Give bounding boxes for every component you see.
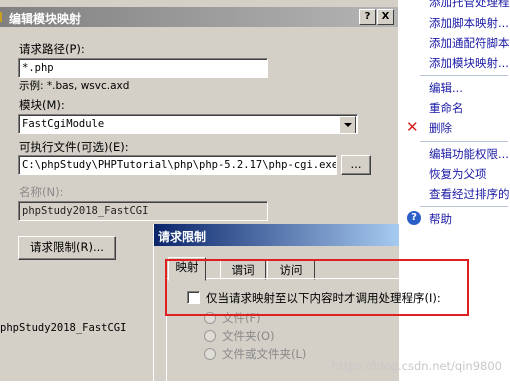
module-label: 模块(M):	[19, 98, 65, 112]
action-view-ordered-list[interactable]: 查看经过排序的...	[429, 186, 510, 202]
action-revert-to-parent[interactable]: 恢复为父项	[429, 166, 487, 182]
browse-button[interactable]: ...	[341, 155, 371, 175]
request-restrictions-button[interactable]: 请求限制(R)...	[18, 236, 116, 260]
background-panel	[0, 300, 152, 381]
name-input: phpStudy2018_FastCGI	[18, 201, 268, 221]
request-path-label: 请求路径(P):	[19, 42, 85, 56]
example-text: 示例: *.bas, wsvc.axd	[19, 80, 130, 92]
dialog-title-bar: 请求限制	[154, 224, 399, 246]
action-edit[interactable]: 编辑...	[429, 80, 463, 96]
action-rename[interactable]: 重命名	[429, 100, 464, 116]
actions-divider	[420, 75, 508, 76]
action-help[interactable]: 帮助	[429, 211, 452, 227]
executable-input[interactable]: C:\phpStudy\PHPTutorial\php\php-5.2.17\p…	[18, 155, 337, 175]
watermark: https://blog.csdn.net/qin9800	[331, 359, 502, 373]
dialog-title-bar: 编辑模块映射 ? X	[0, 7, 398, 27]
radio-folder[interactable]	[204, 330, 216, 342]
actions-divider	[420, 141, 508, 142]
module-select[interactable]: FastCgiModule	[18, 114, 358, 134]
radio-folder-label: 文件夹(O)	[222, 329, 275, 343]
request-path-input[interactable]: *.php	[18, 58, 268, 78]
action-add-managed-handler[interactable]: 添加托管处理程...	[429, 0, 510, 10]
radio-file-or-folder-label: 文件或文件夹(L)	[222, 347, 307, 361]
close-button[interactable]: X	[377, 9, 394, 25]
help-icon: ?	[407, 211, 421, 225]
action-add-module-mapping[interactable]: 添加模块映射...	[429, 55, 509, 71]
name-label: 名称(N):	[19, 185, 64, 199]
help-button[interactable]: ?	[359, 9, 376, 25]
chevron-down-icon[interactable]	[339, 116, 356, 133]
app-icon	[0, 12, 2, 22]
action-add-wildcard-script[interactable]: 添加通配符脚本...	[429, 35, 510, 51]
actions-divider	[420, 206, 508, 207]
module-select-value: FastCgiModule	[22, 118, 105, 130]
highlight-box	[165, 259, 469, 316]
partial-name-text: phpStudy2018_FastCGI	[0, 322, 127, 334]
actions-panel: 添加托管处理程... 添加脚本映射... 添加通配符脚本... 添加模块映射..…	[397, 0, 510, 381]
action-edit-feature-permissions[interactable]: 编辑功能权限...	[429, 146, 509, 162]
action-add-script-map[interactable]: 添加脚本映射...	[429, 15, 509, 31]
dialog-title: 编辑模块映射	[9, 12, 82, 26]
action-delete[interactable]: 删除	[429, 120, 452, 136]
executable-label: 可执行文件(可选)(E):	[19, 140, 129, 154]
delete-icon: ✕	[406, 118, 419, 136]
dialog-title: 请求限制	[158, 230, 207, 244]
radio-file-or-folder[interactable]	[204, 348, 216, 360]
